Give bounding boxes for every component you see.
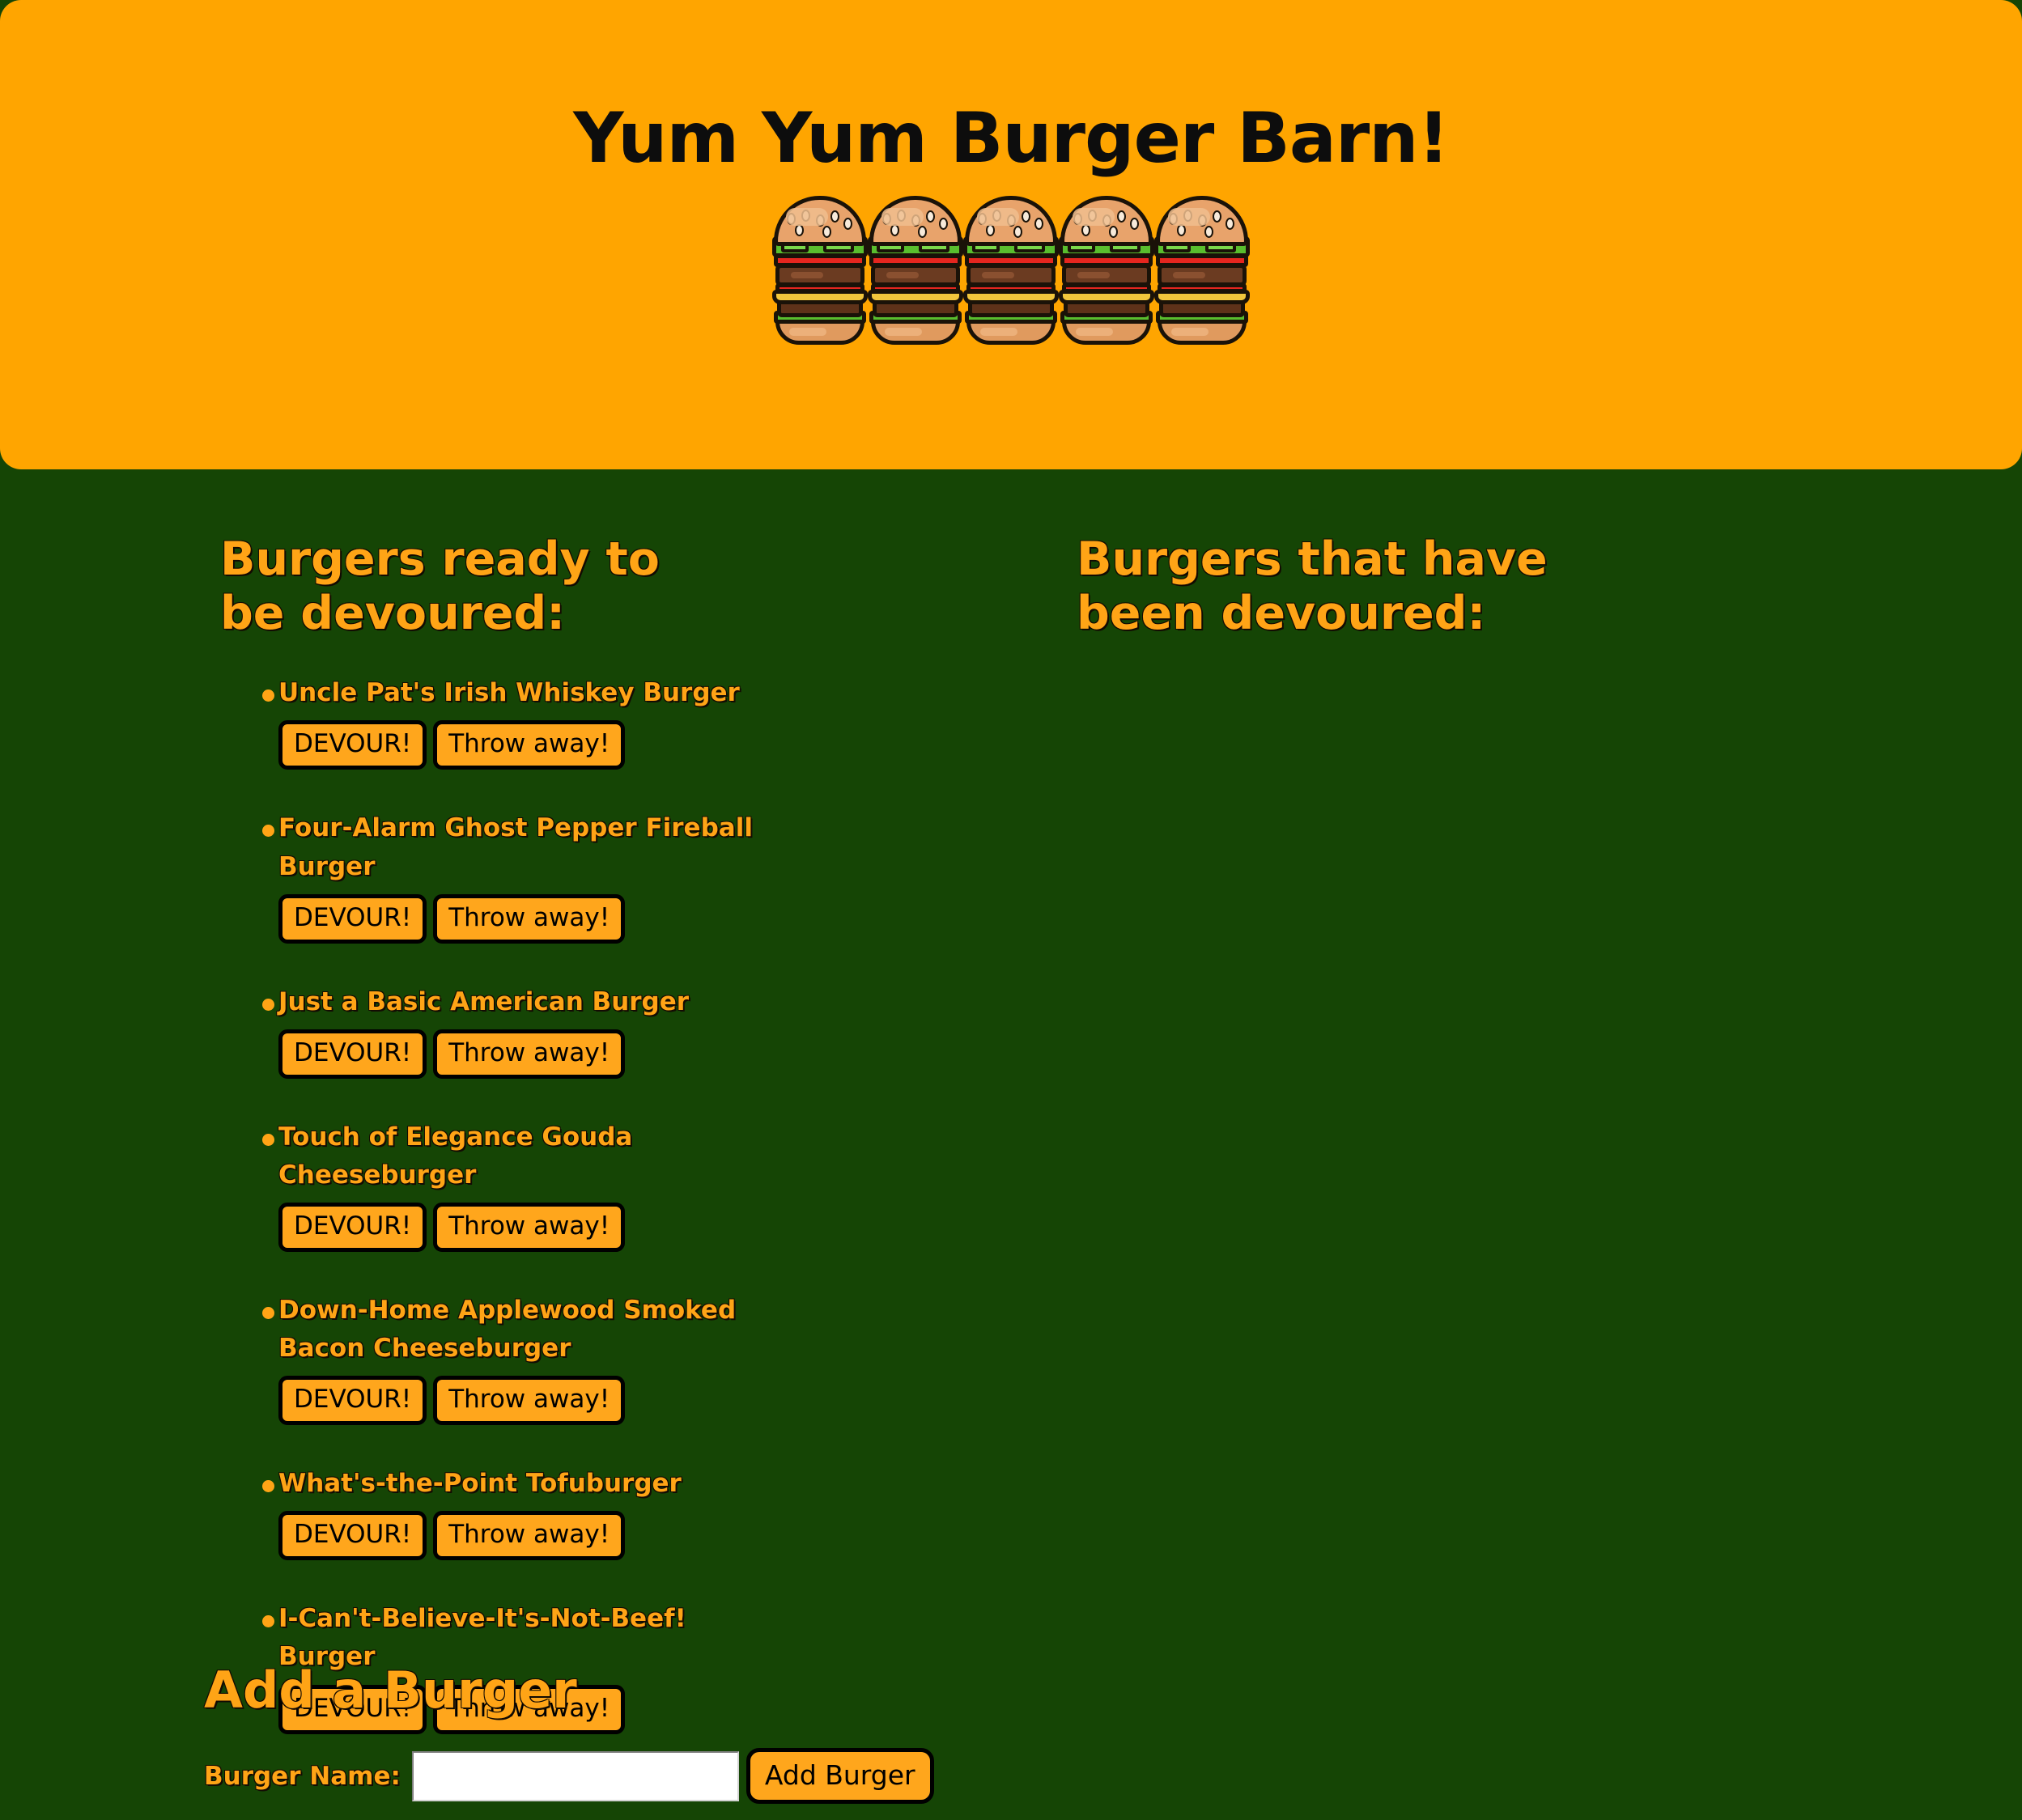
- burger-action-buttons: DEVOUR! Throw away!: [278, 1511, 941, 1561]
- ready-burgers-list: Uncle Pat's Irish Whiskey Burger DEVOUR! T…: [220, 640, 941, 1734]
- add-burger-heading: Add a Burger: [204, 1661, 577, 1720]
- devoured-burgers-column: Burgers that have been devoured:: [941, 469, 2022, 1774]
- burger-action-buttons: DEVOUR! Throw away!: [278, 1376, 941, 1426]
- burger-name-label: Burger Name:: [204, 1761, 401, 1791]
- devour-button[interactable]: DEVOUR!: [278, 893, 427, 944]
- devour-button[interactable]: DEVOUR!: [278, 1376, 427, 1426]
- burger-name-text: Down-Home Applewood Smoked Bacon Cheeseb…: [278, 1296, 737, 1364]
- burger-list-item: Touch of Elegance Gouda Cheeseburger DEVO…: [220, 1118, 941, 1253]
- burger-list-item: What's-the-Point Tofuburger DEVOUR! Throw …: [220, 1465, 941, 1561]
- add-burger-form: Burger Name: Add Burger: [204, 1748, 2022, 1804]
- hamburger-emoji: [963, 191, 1059, 345]
- burger-list-item: Uncle Pat's Irish Whiskey Burger DEVOUR! T…: [220, 674, 941, 770]
- hamburger-emoji: [1154, 191, 1250, 345]
- burger-list-item: Down-Home Applewood Smoked Bacon Cheeseb…: [220, 1292, 941, 1426]
- burger-name-text: What's-the-Point Tofuburger: [278, 1469, 682, 1499]
- burger-action-buttons: DEVOUR! Throw away!: [278, 720, 941, 770]
- columns-row: Burgers ready to be devoured: Uncle Pat'…: [0, 469, 2022, 1774]
- devour-button[interactable]: DEVOUR!: [278, 1203, 427, 1253]
- hamburger-emoji: [868, 191, 963, 345]
- burger-name-text: Four-Alarm Ghost Pepper Fireball Burger: [278, 813, 753, 881]
- devour-button[interactable]: DEVOUR!: [278, 1511, 427, 1561]
- burger-name-text: Just a Basic American Burger: [278, 986, 690, 1016]
- page-title: Yum Yum Burger Barn!: [573, 98, 1449, 179]
- burger-action-buttons: DEVOUR! Throw away!: [278, 1029, 941, 1079]
- devour-button[interactable]: DEVOUR!: [278, 1029, 427, 1079]
- site-header-jumbotron: Yum Yum Burger Barn!: [0, 0, 2022, 469]
- burger-name-text: Touch of Elegance Gouda Cheeseburger: [278, 1122, 633, 1190]
- main-content: Burgers ready to be devoured: Uncle Pat'…: [0, 469, 2022, 1804]
- add-burger-button[interactable]: Add Burger: [746, 1748, 934, 1804]
- throw-away-button[interactable]: Throw away!: [433, 1203, 626, 1253]
- devoured-burgers-heading: Burgers that have been devoured:: [1077, 532, 1548, 640]
- burger-action-buttons: DEVOUR! Throw away!: [278, 893, 941, 944]
- throw-away-button[interactable]: Throw away!: [433, 1511, 626, 1561]
- devoured-burgers-list: [1077, 640, 2022, 674]
- hamburger-emoji-strip: [0, 191, 2022, 345]
- ready-burgers-column: Burgers ready to be devoured: Uncle Pat'…: [0, 469, 941, 1774]
- hamburger-emoji: [772, 191, 868, 345]
- throw-away-button[interactable]: Throw away!: [433, 893, 626, 944]
- throw-away-button[interactable]: Throw away!: [433, 1376, 626, 1426]
- devour-button[interactable]: DEVOUR!: [278, 720, 427, 770]
- burger-name-input[interactable]: [411, 1750, 739, 1801]
- ready-burgers-heading: Burgers ready to be devoured:: [220, 532, 660, 640]
- burger-name-text: Uncle Pat's Irish Whiskey Burger: [278, 678, 740, 708]
- burger-action-buttons: DEVOUR! Throw away!: [278, 1203, 941, 1253]
- hamburger-emoji: [1059, 191, 1154, 345]
- burger-list-item: Just a Basic American Burger DEVOUR! Throw…: [220, 983, 941, 1079]
- add-burger-section: Add a Burger Burger Name: Add Burger: [0, 1665, 2022, 1804]
- throw-away-button[interactable]: Throw away!: [433, 1029, 626, 1079]
- throw-away-button[interactable]: Throw away!: [433, 720, 626, 770]
- burger-list-item: Four-Alarm Ghost Pepper Fireball Burger D…: [220, 809, 941, 944]
